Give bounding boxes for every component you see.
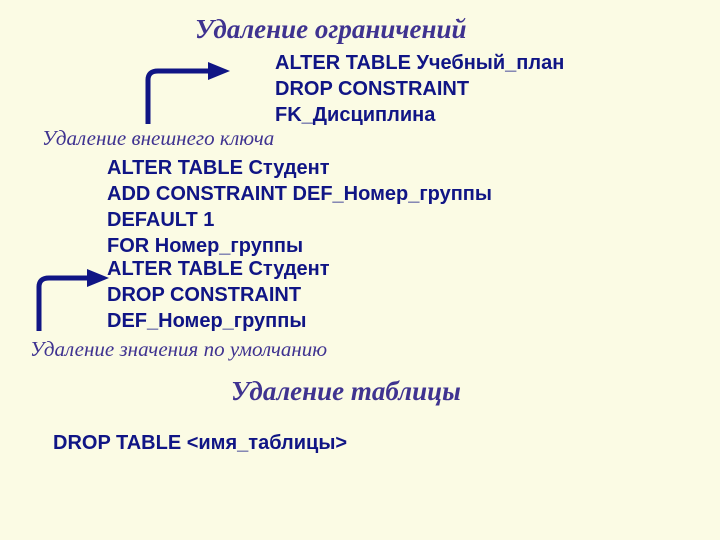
sql-line: ALTER TABLE Учебный_план	[275, 50, 564, 76]
sql-line: DROP CONSTRAINT	[275, 76, 564, 102]
heading-constraint-removal: Удаление ограничений	[195, 14, 467, 45]
sql-line: DEFAULT 1	[107, 207, 492, 233]
label-delete-foreign-key: Удаление внешнего ключа	[42, 126, 274, 151]
sql-block-drop-table: DROP TABLE <имя_таблицы>	[53, 432, 347, 455]
label-delete-default-value: Удаление значения по умолчанию	[30, 337, 327, 362]
sql-block-drop-fk: ALTER TABLE Учебный_план DROP CONSTRAINT…	[275, 50, 564, 128]
sql-line: ADD CONSTRAINT DEF_Номер_группы	[107, 181, 492, 207]
sql-line: FK_Дисциплина	[275, 102, 564, 128]
sql-line: ALTER TABLE Студент	[107, 155, 492, 181]
heading-table-removal: Удаление таблицы	[231, 376, 461, 407]
sql-block-add-default: ALTER TABLE Студент ADD CONSTRAINT DEF_Н…	[107, 155, 492, 259]
